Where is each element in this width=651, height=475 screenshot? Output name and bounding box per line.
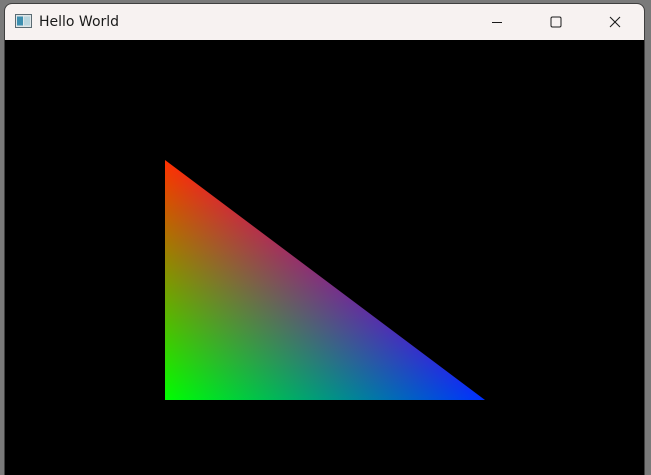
window-title: Hello World xyxy=(39,14,120,30)
maximize-button[interactable] xyxy=(527,4,585,40)
maximize-icon xyxy=(550,16,562,28)
minimize-button[interactable] xyxy=(468,4,526,40)
close-button[interactable] xyxy=(586,4,644,40)
close-icon xyxy=(609,16,621,28)
app-window: Hello World xyxy=(4,3,645,475)
render-viewport[interactable] xyxy=(5,40,644,475)
triangle-scene xyxy=(165,160,485,400)
title-bar[interactable]: Hello World xyxy=(5,4,644,40)
minimize-icon xyxy=(491,16,503,28)
app-icon xyxy=(15,13,32,28)
rgb-triangle xyxy=(165,160,485,400)
